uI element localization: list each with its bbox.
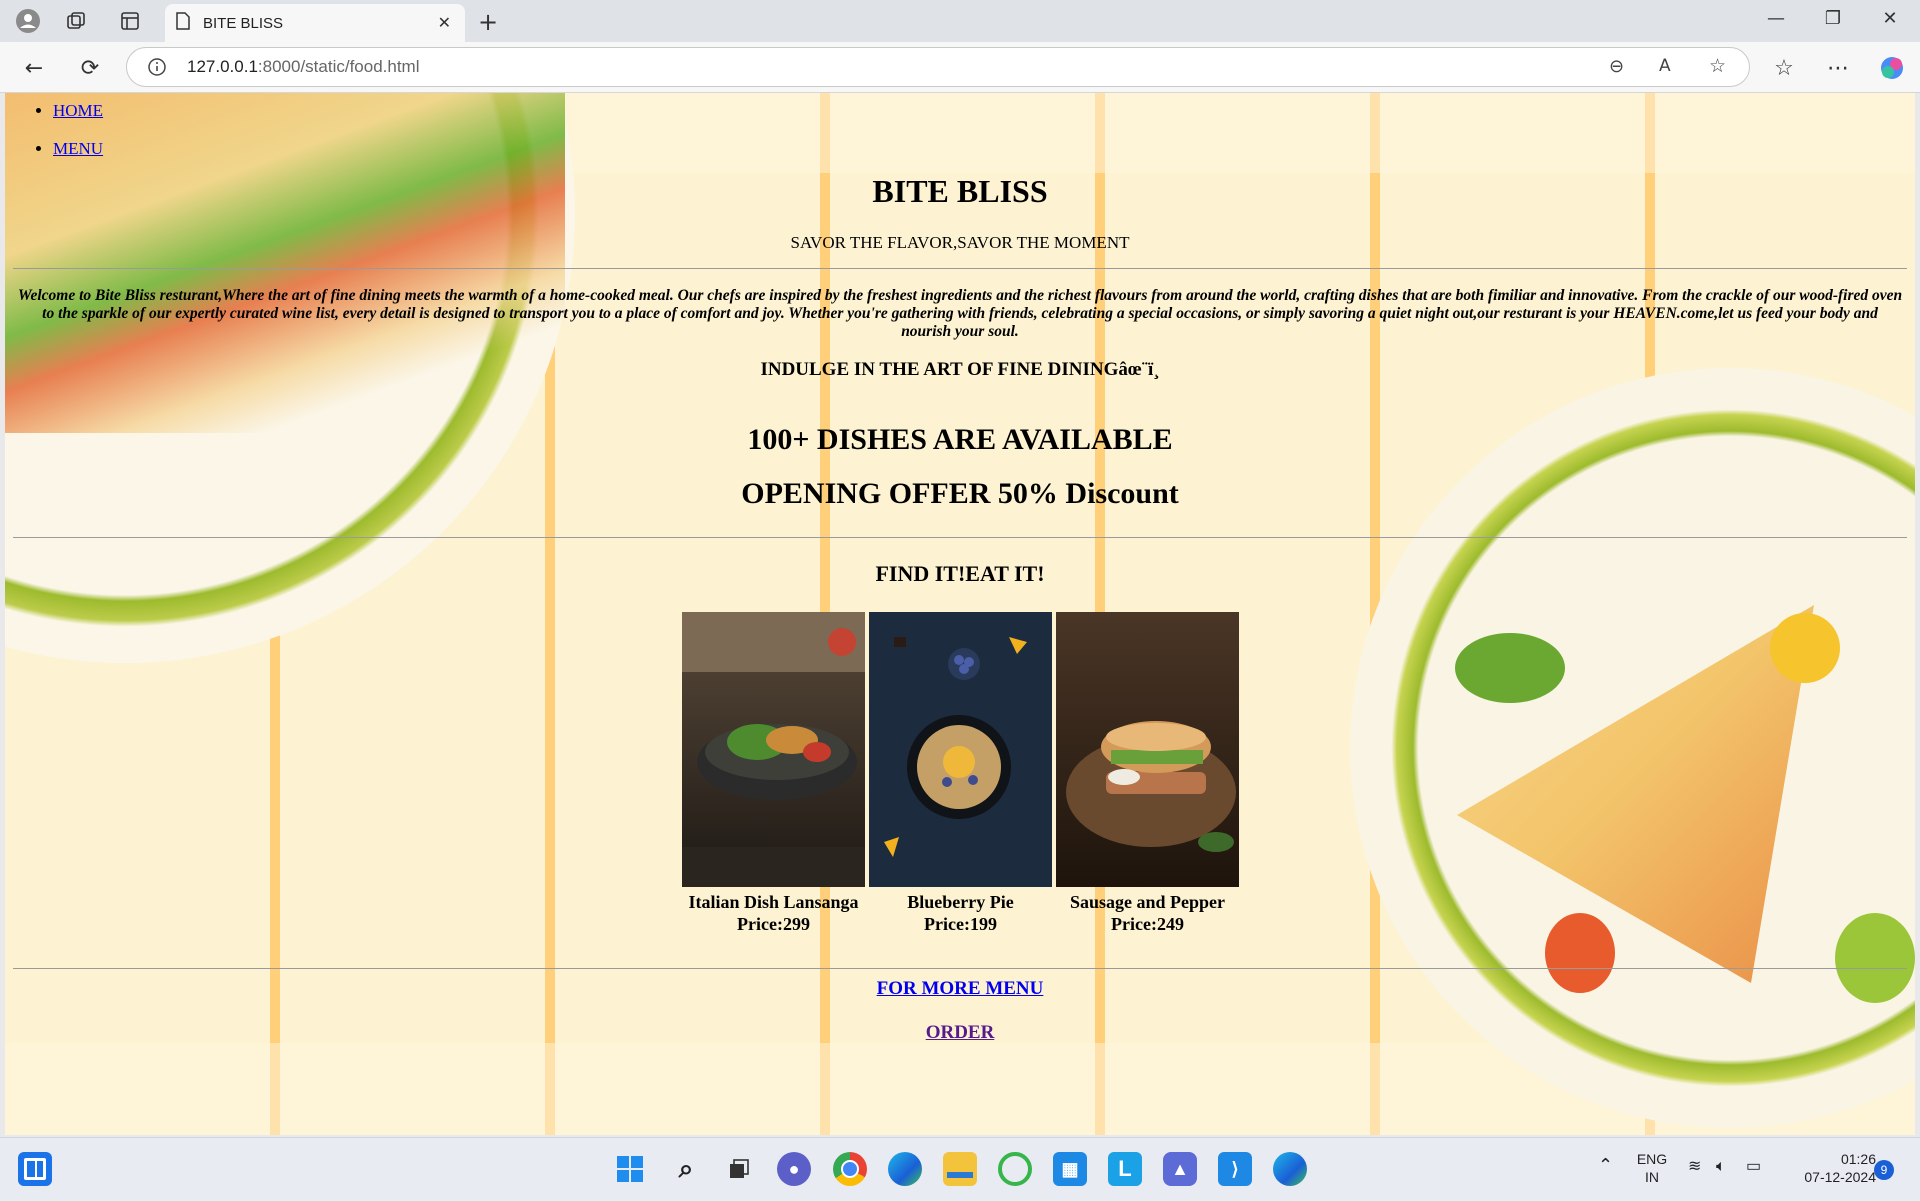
- app-l-icon[interactable]: L: [1108, 1152, 1142, 1186]
- url-text: 127.0.0.1:8000/static/food.html: [187, 57, 420, 77]
- dish-price: Price:249: [1111, 914, 1184, 934]
- chrome-icon[interactable]: [833, 1152, 867, 1186]
- divider: [13, 268, 1907, 269]
- menu-link[interactable]: MENU: [53, 139, 103, 158]
- sausage-pepper-photo[interactable]: [1056, 612, 1239, 887]
- dish-name: Italian Dish Lansanga: [688, 892, 859, 912]
- volume-icon[interactable]: 🔈︎: [1716, 1158, 1726, 1176]
- find-heading: FIND IT!EAT IT!: [875, 561, 1045, 586]
- notification-badge[interactable]: 9: [1874, 1160, 1894, 1180]
- start-icon[interactable]: [613, 1152, 647, 1186]
- wifi-icon[interactable]: ≋: [1688, 1158, 1701, 1176]
- page-icon: [175, 12, 191, 34]
- address-bar[interactable]: 127.0.0.1:8000/static/food.html ⊖ A ☆: [126, 47, 1750, 87]
- lasagna-photo[interactable]: [682, 612, 865, 887]
- search-icon[interactable]: ⌕: [669, 1152, 703, 1186]
- chat-icon[interactable]: ●: [777, 1152, 811, 1186]
- battery-icon[interactable]: ▭: [1746, 1158, 1761, 1176]
- workspaces-icon[interactable]: [62, 8, 90, 34]
- top-nav: HOME MENU: [33, 101, 103, 177]
- more-menu-row: FOR MORE MENU: [5, 978, 1915, 1000]
- refresh-icon[interactable]: ⟳: [76, 54, 104, 82]
- nav-item-menu: MENU: [53, 139, 103, 159]
- food-card: Sausage and Pepper Price:249: [1056, 612, 1239, 935]
- restore-icon[interactable]: ❐: [1813, 8, 1853, 29]
- food-gallery: Italian Dish Lansanga Price:299 Blueberr…: [682, 612, 1239, 935]
- copilot-icon[interactable]: [1878, 54, 1906, 82]
- read-aloud-icon[interactable]: A: [1659, 56, 1671, 76]
- dish-name: Blueberry Pie: [907, 892, 1014, 912]
- minimize-icon[interactable]: —: [1756, 8, 1796, 29]
- dish-price: Price:199: [924, 914, 997, 934]
- new-tab-icon[interactable]: +: [478, 8, 498, 36]
- browser-title-bar: BITE BLISS ✕ + — ❐ ✕: [0, 0, 1920, 42]
- clock-date: 07-12-2024: [1804, 1169, 1876, 1185]
- page-title: BITE BLISS: [872, 173, 1048, 209]
- nav-item-home: HOME: [53, 101, 103, 121]
- indulge-heading: INDULGE IN THE ART OF FINE DININGâœ¨ï¸: [760, 359, 1160, 380]
- divider: [13, 537, 1907, 538]
- vscode-icon[interactable]: ⟩: [1218, 1152, 1252, 1186]
- clock[interactable]: 01:26 07-12-2024: [1786, 1150, 1876, 1186]
- profile-icon[interactable]: [14, 8, 42, 34]
- language-indicator[interactable]: ENG IN: [1630, 1150, 1674, 1186]
- tab-actions-icon[interactable]: [116, 8, 144, 34]
- clock-time: 01:26: [1840, 1151, 1876, 1167]
- tagline: SAVOR THE FLAVOR,SAVOR THE MOMENT: [790, 233, 1130, 252]
- edge-pinned-icon[interactable]: [1273, 1152, 1307, 1186]
- welcome-paragraph: Welcome to Bite Bliss resturant,Where th…: [17, 287, 1903, 340]
- taskbar: ⌕ ● ▦ L ▲ ⟩ ⌃ ENG IN ≋ 🔈︎ ▭ 01:26 07-12-…: [0, 1137, 1920, 1201]
- zoom-out-icon[interactable]: ⊖: [1609, 56, 1624, 77]
- blueberry-pie-photo[interactable]: [869, 612, 1052, 887]
- chevron-up-icon[interactable]: ⌃: [1598, 1156, 1613, 1174]
- app-a-icon[interactable]: ▲: [1163, 1152, 1197, 1186]
- order-link[interactable]: ORDER: [926, 1022, 995, 1043]
- order-row: ORDER: [5, 1022, 1915, 1044]
- tab-title: BITE BLISS: [203, 14, 284, 32]
- url-path: :8000/static/food.html: [257, 57, 420, 76]
- file-explorer-icon[interactable]: [943, 1152, 977, 1186]
- page-viewport: HOME MENU BITE BLISS SAVOR THE FLAVOR,SA…: [5, 93, 1915, 1135]
- store-icon[interactable]: ▦: [1053, 1152, 1087, 1186]
- app-ring-icon[interactable]: [998, 1152, 1032, 1186]
- tab-bite-bliss[interactable]: BITE BLISS ✕: [165, 4, 465, 42]
- food-card: Blueberry Pie Price:199: [869, 612, 1052, 935]
- widgets-icon[interactable]: [18, 1152, 52, 1186]
- more-menu-link[interactable]: FOR MORE MENU: [877, 978, 1044, 999]
- region-code: IN: [1645, 1169, 1659, 1185]
- more-options-icon[interactable]: ⋯: [1824, 54, 1852, 82]
- close-window-icon[interactable]: ✕: [1870, 8, 1910, 29]
- offer-heading: OPENING OFFER 50% Discount: [741, 477, 1179, 510]
- edge-icon[interactable]: [888, 1152, 922, 1186]
- site-info-icon[interactable]: [147, 57, 167, 81]
- favorite-star-icon[interactable]: ☆: [1709, 55, 1726, 77]
- language-code: ENG: [1636, 1151, 1668, 1167]
- dishes-available-heading: 100+ DISHES ARE AVAILABLE: [747, 423, 1173, 456]
- task-view-icon[interactable]: [722, 1152, 756, 1186]
- home-link[interactable]: HOME: [53, 101, 103, 120]
- back-icon[interactable]: ←: [20, 54, 48, 82]
- favorites-icon[interactable]: ☆: [1770, 54, 1798, 82]
- url-host: 127.0.0.1: [187, 57, 258, 76]
- dish-name: Sausage and Pepper: [1069, 892, 1226, 912]
- food-card: Italian Dish Lansanga Price:299: [682, 612, 865, 935]
- browser-toolbar: ← ⟳ 127.0.0.1:8000/static/food.html ⊖ A …: [0, 42, 1920, 93]
- dish-price: Price:299: [737, 914, 810, 934]
- divider: [13, 968, 1907, 969]
- close-tab-icon[interactable]: ✕: [438, 13, 451, 32]
